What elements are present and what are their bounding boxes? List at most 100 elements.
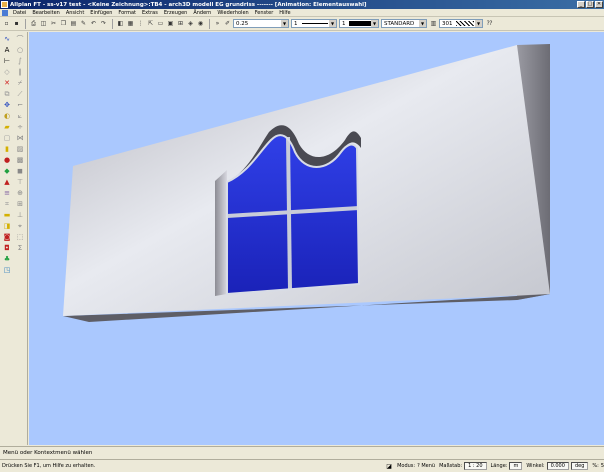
minimize-button[interactable]: _: [577, 1, 585, 8]
measure-tool-icon[interactable]: ⌖: [15, 221, 25, 231]
preview-icon[interactable]: ◫: [39, 19, 48, 28]
undo-icon[interactable]: ↶: [89, 19, 98, 28]
dimension-tool-icon[interactable]: ⊢: [2, 56, 12, 66]
menu-extras[interactable]: Extras: [139, 10, 161, 16]
extend-tool-icon[interactable]: ⟋: [15, 89, 25, 99]
pen-thickness-value: 0.25: [236, 20, 249, 27]
chevron-down-icon[interactable]: ▼: [419, 20, 426, 27]
3d-viewport[interactable]: [29, 32, 604, 445]
cut-icon[interactable]: ✂: [49, 19, 58, 28]
copy-tool-icon[interactable]: ⧉: [2, 89, 12, 99]
expand-icon[interactable]: »: [213, 19, 222, 28]
menu-hilfe[interactable]: Hilfe: [276, 10, 293, 16]
layer-icon[interactable]: ◧: [116, 19, 125, 28]
sum-tool-icon[interactable]: Σ: [15, 243, 25, 253]
pen-thickness-select[interactable]: 0.25 ▼: [233, 19, 289, 28]
fill-tool-icon[interactable]: ◼: [15, 166, 25, 176]
select-icon[interactable]: ⋮: [136, 19, 145, 28]
column-tool-icon[interactable]: ▮: [2, 144, 12, 154]
beam-tool-icon[interactable]: ▬: [2, 210, 12, 220]
line-type-select[interactable]: 1 ▼: [291, 19, 337, 28]
plot-icon[interactable]: ⊞: [176, 19, 185, 28]
menu-datei[interactable]: Datei: [10, 10, 29, 16]
maximize-button[interactable]: □: [586, 1, 594, 8]
3d-body-tool-icon[interactable]: ◳: [2, 265, 12, 275]
3d-view-icon[interactable]: ◈: [186, 19, 195, 28]
move-tool-icon[interactable]: ✥: [2, 100, 12, 110]
symbol-tool-icon[interactable]: ⊕: [15, 188, 25, 198]
landscape-tool-icon[interactable]: ♣: [2, 254, 12, 264]
hatching-tool-icon[interactable]: ▨: [15, 144, 25, 154]
line-tool-icon[interactable]: ∿: [2, 34, 12, 44]
color-select[interactable]: 1 ▼: [339, 19, 379, 28]
copy-icon[interactable]: ❐: [59, 19, 68, 28]
area-tool-icon[interactable]: ⬚: [15, 232, 25, 242]
length-field[interactable]: m: [509, 462, 523, 470]
line-style-select[interactable]: STANDARD ▼: [381, 19, 427, 28]
chevron-down-icon[interactable]: ▼: [475, 20, 482, 27]
wall-tool-icon[interactable]: ▰: [2, 122, 12, 132]
menu-ansicht[interactable]: Ansicht: [63, 10, 87, 16]
properties-icon[interactable]: ▦: [126, 19, 135, 28]
menu-wiederholen[interactable]: Wiederholen: [214, 10, 251, 16]
mode-icon: ◪: [386, 462, 392, 470]
menu-einfuegen[interactable]: Einfügen: [87, 10, 115, 16]
hatch-icon[interactable]: ▥: [429, 19, 438, 28]
close-button[interactable]: ✕: [595, 1, 603, 8]
circle-tool-icon[interactable]: ○: [15, 45, 25, 55]
menu-bearbeiten[interactable]: Bearbeiten: [29, 10, 62, 16]
status-bar: Drücken Sie F1, um Hilfe zu erhalten. ◪ …: [0, 459, 604, 472]
opening-tool-icon[interactable]: ▢: [2, 133, 12, 143]
pen-icon[interactable]: ✐: [223, 19, 232, 28]
stair-tool-icon[interactable]: ≡: [2, 188, 12, 198]
pattern-tool-icon[interactable]: ▩: [15, 155, 25, 165]
window-tool-icon[interactable]: ◨: [2, 221, 12, 231]
grid-tool-icon[interactable]: ⊞: [15, 199, 25, 209]
label-tool-icon[interactable]: ⊤: [15, 177, 25, 187]
menu-format[interactable]: Format: [115, 10, 139, 16]
offset-tool-icon[interactable]: ∥: [15, 67, 25, 77]
help-cursor-icon[interactable]: ⁇: [485, 19, 494, 28]
menu-aendern[interactable]: Ändern: [190, 10, 214, 16]
scale-field[interactable]: 1 : 20: [464, 462, 487, 470]
render-icon[interactable]: ◉: [196, 19, 205, 28]
text-tool-icon[interactable]: A: [2, 45, 12, 55]
section-tool-icon[interactable]: ⌗: [2, 199, 12, 209]
menu-fenster[interactable]: Fenster: [252, 10, 277, 16]
format-painter-icon[interactable]: ✎: [79, 19, 88, 28]
menu-erzeugen[interactable]: Erzeugen: [161, 10, 191, 16]
axis-tool-icon[interactable]: ⊥: [15, 210, 25, 220]
smartpart-tool-icon[interactable]: ◘: [2, 243, 12, 253]
arc-tool-icon[interactable]: ⌒: [15, 34, 25, 44]
fileset-icon[interactable]: ▣: [166, 19, 175, 28]
print-icon[interactable]: ⎙: [29, 19, 38, 28]
chevron-down-icon[interactable]: ▼: [371, 20, 378, 27]
spline-tool-icon[interactable]: ∫: [15, 56, 25, 66]
3d-scene: [63, 44, 550, 322]
macro-tool-icon[interactable]: ◙: [2, 232, 12, 242]
trim-tool-icon[interactable]: ⌿: [15, 78, 25, 88]
chevron-down-icon[interactable]: ▼: [329, 20, 336, 27]
new-file-icon[interactable]: ▫: [2, 19, 11, 28]
chevron-down-icon[interactable]: ▼: [281, 20, 288, 27]
redo-icon[interactable]: ↷: [99, 19, 108, 28]
polygon-tool-icon[interactable]: ◇: [2, 67, 12, 77]
mirror-tool-icon[interactable]: ◐: [2, 111, 12, 121]
open-project-icon[interactable]: ⇱: [146, 19, 155, 28]
chamfer-tool-icon[interactable]: ⟀: [15, 111, 25, 121]
delete-tool-icon[interactable]: ✕: [2, 78, 12, 88]
room-tool-icon[interactable]: ◆: [2, 166, 12, 176]
save-icon[interactable]: ▪: [12, 19, 21, 28]
paste-icon[interactable]: ▤: [69, 19, 78, 28]
drawing-file-icon[interactable]: ▭: [156, 19, 165, 28]
angle-field[interactable]: 0.000: [546, 462, 569, 470]
hatch-select[interactable]: 301 ▼: [439, 19, 483, 28]
slab-tool-icon[interactable]: ●: [2, 155, 12, 165]
divide-tool-icon[interactable]: ÷: [15, 122, 25, 132]
join-tool-icon[interactable]: ⋈: [15, 133, 25, 143]
angle-unit-field[interactable]: deg: [570, 462, 589, 470]
fillet-tool-icon[interactable]: ⌐: [15, 100, 25, 110]
roof-tool-icon[interactable]: ▲: [2, 177, 12, 187]
app-icon[interactable]: [1, 1, 8, 8]
document-icon[interactable]: [2, 9, 8, 16]
